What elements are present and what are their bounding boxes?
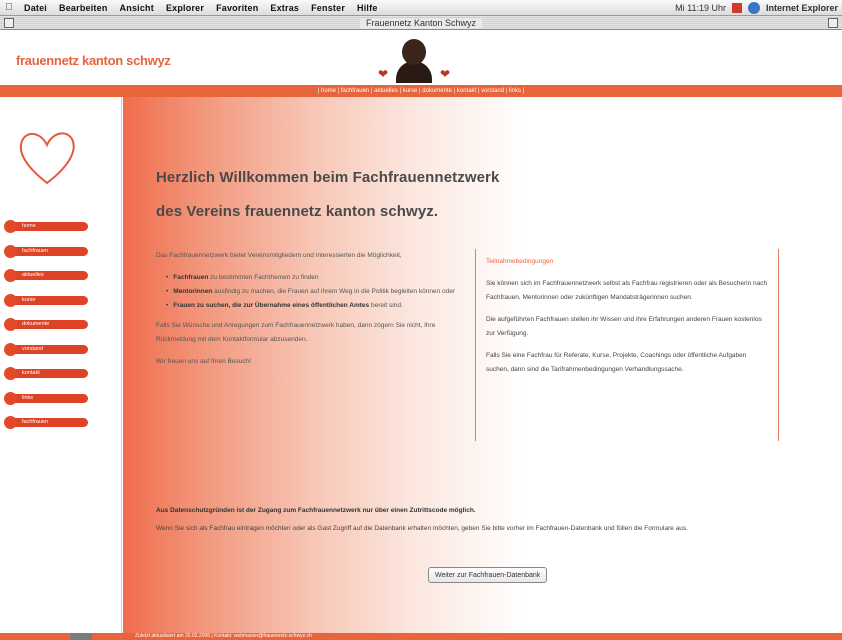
portrait-head bbox=[402, 39, 426, 65]
sidebar-item-label: links bbox=[10, 393, 88, 403]
list-item-bold: Frauen zu suchen, die zur Übernahme eine… bbox=[173, 302, 370, 309]
terms-title: Teilnahmebedingungen bbox=[486, 258, 554, 265]
window-title: Frauennetz Kanton Schwyz bbox=[359, 18, 483, 28]
terms-box: Teilnahmebedingungen Sie können sich im … bbox=[475, 249, 779, 441]
footer-logo-icon bbox=[70, 633, 92, 640]
menu-ansicht[interactable]: Ansicht bbox=[114, 3, 160, 13]
bullet-icon bbox=[4, 318, 17, 331]
heart-outline-icon bbox=[19, 132, 75, 185]
sidebar-nav: home fachfrauen aktuelles kurse dokument… bbox=[4, 220, 114, 441]
sidebar-item-vorstand[interactable]: vorstand bbox=[4, 342, 114, 356]
sidebar-item-label: kurse bbox=[10, 295, 88, 305]
menubar-status: Mi 11:19 Uhr Internet Explorer bbox=[675, 1, 842, 14]
list-item-bold: Fachfrauen bbox=[173, 274, 209, 281]
sidebar-item-fachfrauen-db[interactable]: fachfrauen bbox=[4, 416, 114, 429]
bullet-icon bbox=[4, 342, 17, 356]
list-item-bold: Mentorinnen bbox=[173, 288, 213, 295]
database-button[interactable]: Weiter zur Fachfrauen-Datenbank bbox=[428, 567, 548, 583]
apple-menu-icon[interactable]:  bbox=[0, 2, 18, 13]
access-note: Aus Datenschutzgründen ist der Zugang zu… bbox=[156, 502, 796, 538]
menu-extras[interactable]: Extras bbox=[264, 3, 305, 13]
sidebar-item-label: home bbox=[10, 222, 88, 231]
list-item-text: bereit sind. bbox=[369, 302, 403, 309]
access-note-bold: Aus Datenschutzgründen ist der Zugang zu… bbox=[156, 507, 476, 514]
sidebar-item-dokumente[interactable]: dokumente bbox=[4, 318, 114, 331]
intro-list: Fachfrauen zu bestimmten Fachthemen zu f… bbox=[166, 271, 456, 313]
list-item: Fachfrauen zu bestimmten Fachthemen zu f… bbox=[166, 271, 456, 285]
os-menubar:  Datei Bearbeiten Ansicht Explorer Favo… bbox=[0, 0, 842, 16]
site-header: frauennetz kanton schwyz ❤ ❤ bbox=[0, 31, 842, 85]
main-content: Herzlich Willkommen beim Fachfrauennetzw… bbox=[123, 97, 842, 633]
page-subtitle: des Vereins frauennetz kanton schwyz. bbox=[156, 203, 439, 220]
bullet-icon bbox=[4, 244, 17, 258]
access-note-text: Wenn Sie sich als Fachfrau eintragen möc… bbox=[156, 525, 688, 532]
site-logo[interactable]: frauennetz kanton schwyz bbox=[16, 53, 171, 68]
small-heart-icon: ❤ bbox=[440, 67, 451, 81]
sidebar-item-aktuelles[interactable]: aktuelles bbox=[4, 269, 114, 282]
menu-favoriten[interactable]: Favoriten bbox=[210, 3, 264, 13]
bullet-icon bbox=[4, 220, 17, 233]
bullet-icon bbox=[4, 367, 17, 380]
menu-hilfe[interactable]: Hilfe bbox=[351, 3, 384, 13]
list-item-text: zu bestimmten Fachthemen zu finden bbox=[208, 274, 319, 281]
flag-icon[interactable] bbox=[731, 2, 742, 13]
intro-text: Das Fachfrauennetzwerk bietet Vereinsmit… bbox=[156, 249, 456, 377]
list-item: Frauen zu suchen, die zur Übernahme eine… bbox=[166, 299, 456, 313]
close-icon[interactable] bbox=[4, 18, 14, 28]
app-name[interactable]: Internet Explorer bbox=[766, 3, 838, 13]
footer-text[interactable]: Zuletzt aktualisiert am 20.02.2006 | Kon… bbox=[135, 633, 312, 639]
menubar-clock: Mi 11:19 Uhr bbox=[675, 2, 726, 13]
list-item-text: ausfindig zu machen, die Frauen auf ihre… bbox=[212, 288, 455, 295]
list-item: Mentorinnen ausfindig zu machen, die Fra… bbox=[166, 285, 456, 299]
intro-paragraph-3: Wir freuen uns auf Ihren Besuch! bbox=[156, 358, 252, 365]
menu-datei[interactable]: Datei bbox=[18, 3, 53, 13]
menu-explorer[interactable]: Explorer bbox=[160, 3, 210, 13]
intro-paragraph-1: Das Fachfrauennetzwerk bietet Vereinsmit… bbox=[156, 252, 402, 259]
sidebar-item-label: aktuelles bbox=[10, 271, 88, 280]
window-titlebar[interactable]: Frauennetz Kanton Schwyz bbox=[0, 16, 842, 30]
menu-bearbeiten[interactable]: Bearbeiten bbox=[53, 3, 114, 13]
footer: Zuletzt aktualisiert am 20.02.2006 | Kon… bbox=[0, 633, 842, 640]
menu-fenster[interactable]: Fenster bbox=[305, 3, 351, 13]
sidebar-item-kurse[interactable]: kurse bbox=[4, 293, 114, 307]
sidebar: home fachfrauen aktuelles kurse dokument… bbox=[0, 97, 122, 633]
sidebar-item-label: fachfrauen bbox=[10, 246, 88, 256]
sidebar-item-label: dokumente bbox=[10, 320, 88, 329]
intro-paragraph-2: Falls Sie Wünsche und Anregungen zum Fac… bbox=[156, 322, 436, 343]
sidebar-item-label: kontakt bbox=[10, 369, 88, 378]
page-title: Herzlich Willkommen beim Fachfrauennetzw… bbox=[156, 169, 500, 186]
internet-explorer-icon[interactable] bbox=[747, 1, 760, 14]
bullet-icon bbox=[4, 416, 17, 429]
bullet-icon bbox=[4, 269, 17, 282]
sidebar-item-fachfrauen[interactable]: fachfrauen bbox=[4, 244, 114, 258]
sidebar-item-label: fachfrauen bbox=[10, 418, 88, 427]
zoom-icon[interactable] bbox=[828, 18, 838, 28]
terms-paragraph-3: Falls Sie eine Fachfrau für Referate, Ku… bbox=[486, 352, 747, 373]
terms-paragraph-1: Sie können sich im Fachfrauennetzwerk se… bbox=[486, 280, 768, 301]
topnav-links[interactable]: | home | fachfrauen | aktuelles | kurse … bbox=[318, 88, 524, 94]
terms-paragraph-2: Die aufgeführten Fachfrauen stellen ihr … bbox=[486, 316, 762, 337]
bullet-icon bbox=[4, 391, 17, 405]
sidebar-item-kontakt[interactable]: kontakt bbox=[4, 367, 114, 380]
small-heart-icon: ❤ bbox=[378, 67, 389, 81]
sidebar-item-home[interactable]: home bbox=[4, 220, 114, 233]
bullet-icon bbox=[4, 293, 17, 307]
header-portrait-image bbox=[396, 37, 432, 83]
sidebar-item-label: vorstand bbox=[10, 344, 88, 354]
sidebar-item-links[interactable]: links bbox=[4, 391, 114, 405]
top-navigation: | home | fachfrauen | aktuelles | kurse … bbox=[0, 85, 842, 97]
